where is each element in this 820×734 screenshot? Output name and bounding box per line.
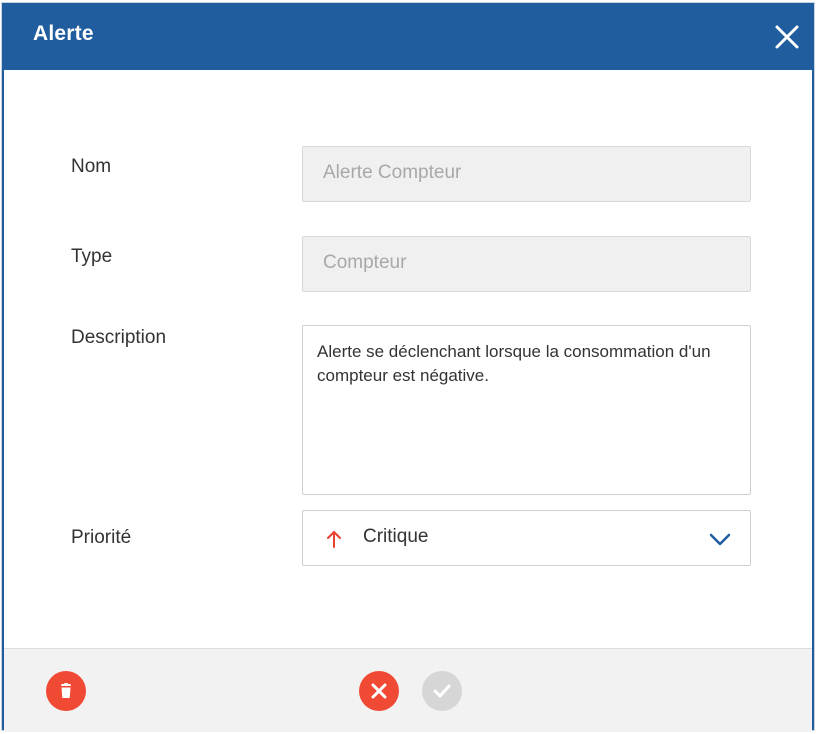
check-icon: [433, 684, 451, 698]
arrow-up-icon: [327, 531, 341, 548]
cancel-button[interactable]: [359, 671, 399, 711]
priority-value: Critique: [363, 526, 429, 547]
x-icon: [371, 683, 387, 699]
delete-button[interactable]: [46, 671, 86, 711]
name-label: Nom: [71, 156, 112, 177]
name-value: Alerte Compteur: [323, 162, 462, 183]
close-button[interactable]: [772, 22, 802, 52]
description-value: Alerte se déclenchant lorsque la consomm…: [317, 342, 711, 385]
priority-label: Priorité: [71, 527, 132, 548]
type-value: Compteur: [323, 252, 407, 273]
type-field: Compteur: [302, 236, 751, 292]
confirm-button[interactable]: [422, 671, 462, 711]
dialog-header: Alerte: [4, 5, 812, 70]
priority-select[interactable]: Critique: [302, 510, 751, 566]
type-label: Type: [71, 246, 113, 267]
trash-icon: [61, 683, 71, 698]
chevron-down-icon[interactable]: [708, 529, 732, 549]
name-field: Alerte Compteur: [302, 146, 751, 202]
dialog-title: Alerte: [33, 22, 94, 45]
alert-dialog: Alerte Nom Alerte Compteur Type Compteur…: [2, 3, 814, 732]
description-label: Description: [71, 327, 167, 348]
description-textarea[interactable]: Alerte se déclenchant lorsque la consomm…: [302, 325, 751, 495]
dialog-footer: [4, 648, 812, 732]
close-icon: [775, 25, 799, 49]
